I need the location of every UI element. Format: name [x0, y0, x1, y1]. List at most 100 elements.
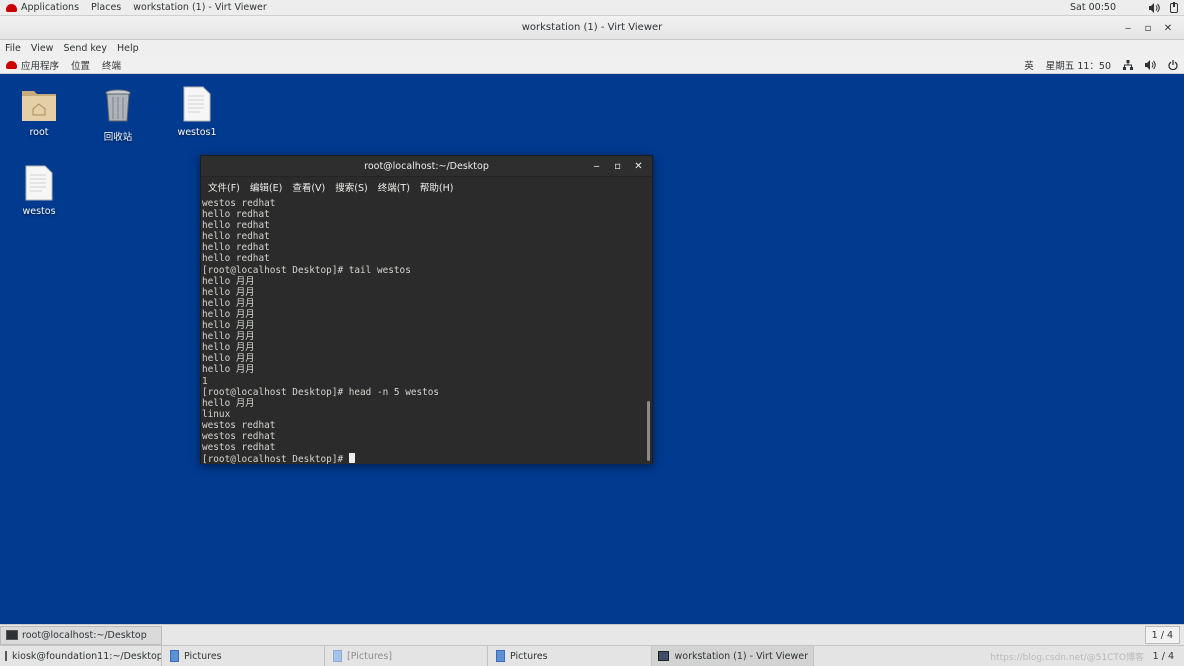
host-workspace-pager[interactable]: 1 / 4	[1147, 647, 1180, 665]
task-label: root@localhost:~/Desktop	[22, 629, 147, 641]
terminal-line: hello redhat	[202, 253, 270, 265]
terminal-menu-help[interactable]: 帮助(H)	[415, 180, 459, 194]
power-icon[interactable]	[1168, 2, 1180, 14]
host-task-pictures-2[interactable]: Pictures	[488, 646, 652, 666]
desktop-icon-label: westos	[22, 206, 56, 217]
terminal-title: root@localhost:~/Desktop	[364, 160, 489, 172]
host-task-pictures[interactable]: Pictures	[162, 646, 325, 666]
terminal-line: hello 月月	[202, 275, 255, 287]
terminal-line: [root@localhost Desktop]# head -n 5 west…	[202, 386, 440, 398]
guest-terminal-menu[interactable]: 终端	[96, 58, 127, 72]
terminal-menubar: 文件(F) 编辑(E) 查看(V) 搜索(S) 终端(T) 帮助(H)	[201, 177, 652, 197]
close-button[interactable]: ✕	[1158, 18, 1178, 38]
terminal-line: [root@localhost Desktop]# tail westos	[202, 264, 411, 276]
terminal-prompt-line[interactable]: [root@localhost Desktop]#	[202, 453, 647, 464]
minimize-button[interactable]: ‒	[1118, 18, 1138, 38]
terminal-line: hello 月月	[202, 364, 255, 376]
applications-menu[interactable]: Applications	[0, 0, 85, 16]
terminal-line: hello 月月	[202, 397, 255, 409]
file-manager-icon	[333, 650, 342, 662]
maximize-button[interactable]: ▫	[607, 156, 628, 177]
guest-task-terminal[interactable]: root@localhost:~/Desktop	[0, 625, 162, 645]
trash-icon	[86, 86, 150, 126]
menu-file[interactable]: File	[0, 43, 26, 54]
terminal-line: linux	[202, 408, 231, 420]
host-task-virt-viewer[interactable]: workstation (1) - Virt Viewer	[652, 646, 814, 666]
terminal-scrollbar[interactable]	[645, 198, 651, 464]
close-button[interactable]: ✕	[628, 156, 649, 177]
redhat-logo-icon	[6, 61, 17, 69]
host-clock[interactable]: Sat 00:50	[1064, 0, 1122, 16]
guest-applications-label: 应用程序	[21, 61, 60, 72]
desktop-icon-label: westos1	[177, 127, 217, 138]
task-label: kiosk@foundation11:~/Desktop	[12, 650, 162, 662]
guest-top-bar: 应用程序 位置 终端 英 星期五 11：50	[0, 57, 1184, 74]
desktop-icon-trash[interactable]: 回收站	[86, 86, 150, 143]
input-method-indicator[interactable]: 英	[1018, 58, 1040, 72]
places-menu[interactable]: Places	[85, 0, 127, 16]
menu-send-key[interactable]: Send key	[58, 43, 112, 54]
terminal-menu-edit[interactable]: 编辑(E)	[245, 180, 287, 194]
terminal-prompt: [root@localhost Desktop]#	[202, 454, 349, 464]
terminal-menu-file[interactable]: 文件(F)	[203, 180, 245, 194]
terminal-window[interactable]: root@localhost:~/Desktop ‒ ▫ ✕ 文件(F) 编辑(…	[200, 155, 653, 464]
terminal-line: hello redhat	[202, 231, 270, 243]
volume-icon[interactable]	[1148, 2, 1160, 14]
terminal-line: westos redhat	[202, 419, 276, 431]
terminal-line: hello 月月	[202, 331, 255, 343]
host-task-pictures-minimized[interactable]: [Pictures]	[325, 646, 488, 666]
viewer-title: workstation (1) - Virt Viewer	[521, 22, 663, 33]
terminal-line: hello 月月	[202, 342, 255, 354]
home-folder-icon	[7, 84, 71, 124]
menu-help[interactable]: Help	[112, 43, 144, 54]
terminal-line: hello redhat	[202, 209, 270, 221]
guest-clock[interactable]: 星期五 11：50	[1040, 58, 1117, 72]
network-icon[interactable]	[1117, 60, 1139, 70]
terminal-icon	[6, 630, 18, 640]
guest-places-menu[interactable]: 位置	[65, 58, 96, 72]
task-label: [Pictures]	[347, 650, 393, 662]
terminal-line: hello 月月	[202, 297, 255, 309]
task-label: Pictures	[184, 650, 222, 662]
terminal-line: hello redhat	[202, 220, 270, 232]
guest-applications-menu[interactable]: 应用程序	[0, 58, 65, 72]
desktop-icon-westos[interactable]: westos	[7, 163, 71, 217]
desktop-icon-root[interactable]: root	[7, 84, 71, 138]
maximize-button[interactable]: ▫	[1138, 18, 1158, 38]
active-window-menu[interactable]: workstation (1) - Virt Viewer	[127, 0, 273, 16]
terminal-output[interactable]: westos redhat hello redhat hello redhat …	[201, 198, 647, 464]
terminal-icon	[5, 651, 7, 661]
terminal-titlebar[interactable]: root@localhost:~/Desktop ‒ ▫ ✕	[201, 156, 652, 177]
terminal-line: westos redhat	[202, 430, 276, 442]
terminal-menu-view[interactable]: 查看(V)	[287, 180, 330, 194]
terminal-line: hello redhat	[202, 242, 270, 254]
desktop-icon-westos1[interactable]: westos1	[165, 84, 229, 138]
monitor-icon	[658, 651, 670, 661]
viewer-menubar: File View Send key Help	[0, 40, 1184, 57]
task-label: workstation (1) - Virt Viewer	[674, 650, 808, 662]
terminal-menu-terminal[interactable]: 终端(T)	[373, 180, 415, 194]
terminal-line: westos redhat	[202, 442, 276, 454]
terminal-line: westos redhat	[202, 198, 276, 209]
terminal-line: 1	[202, 375, 208, 387]
guest-workspace-pager[interactable]: 1 / 4	[1144, 626, 1180, 644]
guest-taskbar: root@localhost:~/Desktop 1 / 4	[0, 624, 1184, 645]
volume-icon[interactable]	[1139, 60, 1162, 70]
minimize-button[interactable]: ‒	[586, 156, 607, 177]
terminal-menu-search[interactable]: 搜索(S)	[330, 180, 372, 194]
terminal-line: hello 月月	[202, 308, 255, 320]
file-manager-icon	[496, 650, 505, 662]
applications-label: Applications	[21, 2, 80, 13]
terminal-line: hello 月月	[202, 286, 255, 298]
text-file-icon	[165, 84, 229, 124]
desktop-icon-label: 回收站	[103, 132, 133, 143]
host-task-terminal[interactable]: kiosk@foundation11:~/Desktop	[0, 646, 162, 666]
file-manager-icon	[170, 650, 179, 662]
terminal-line: hello 月月	[202, 353, 255, 365]
host-top-bar: Applications Places workstation (1) - Vi…	[0, 0, 1184, 16]
terminal-line: hello 月月	[202, 320, 255, 332]
scrollbar-thumb[interactable]	[647, 401, 650, 461]
viewer-titlebar: workstation (1) - Virt Viewer ‒ ▫ ✕	[0, 16, 1184, 40]
menu-view[interactable]: View	[26, 43, 59, 54]
power-icon[interactable]	[1162, 60, 1184, 70]
